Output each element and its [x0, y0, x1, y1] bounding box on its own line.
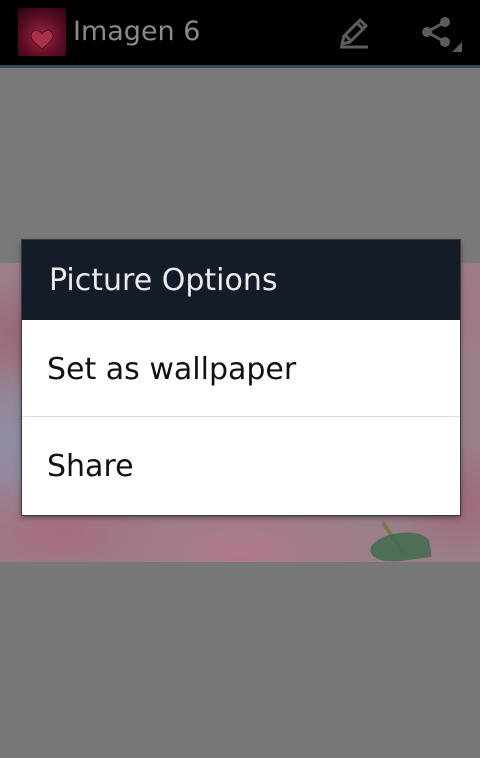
action-bar-title: Imagen 6 [73, 16, 201, 47]
share-option[interactable]: Share [22, 417, 460, 515]
action-bar: Imagen 6 [0, 0, 480, 65]
heart-icon [30, 30, 54, 50]
dialog-title: Picture Options [49, 263, 278, 298]
set-as-wallpaper-label: Set as wallpaper [47, 352, 297, 387]
dialog-title-bar: Picture Options [22, 240, 460, 320]
set-as-wallpaper-option[interactable]: Set as wallpaper [22, 320, 460, 416]
pencil-icon [340, 18, 368, 49]
app-logo-icon[interactable] [18, 8, 66, 56]
overflow-indicator-icon [452, 42, 462, 52]
flower-leaf [368, 528, 432, 562]
content-background-top [0, 68, 480, 263]
picture-options-dialog: Picture Options Set as wallpaper Share [22, 240, 460, 515]
content-background-bottom [0, 562, 480, 758]
edit-button[interactable] [328, 6, 380, 58]
screen: Imagen 6 Picture Options Set as wallpape… [0, 0, 480, 758]
share-icon [422, 17, 450, 47]
share-label: Share [47, 449, 134, 484]
